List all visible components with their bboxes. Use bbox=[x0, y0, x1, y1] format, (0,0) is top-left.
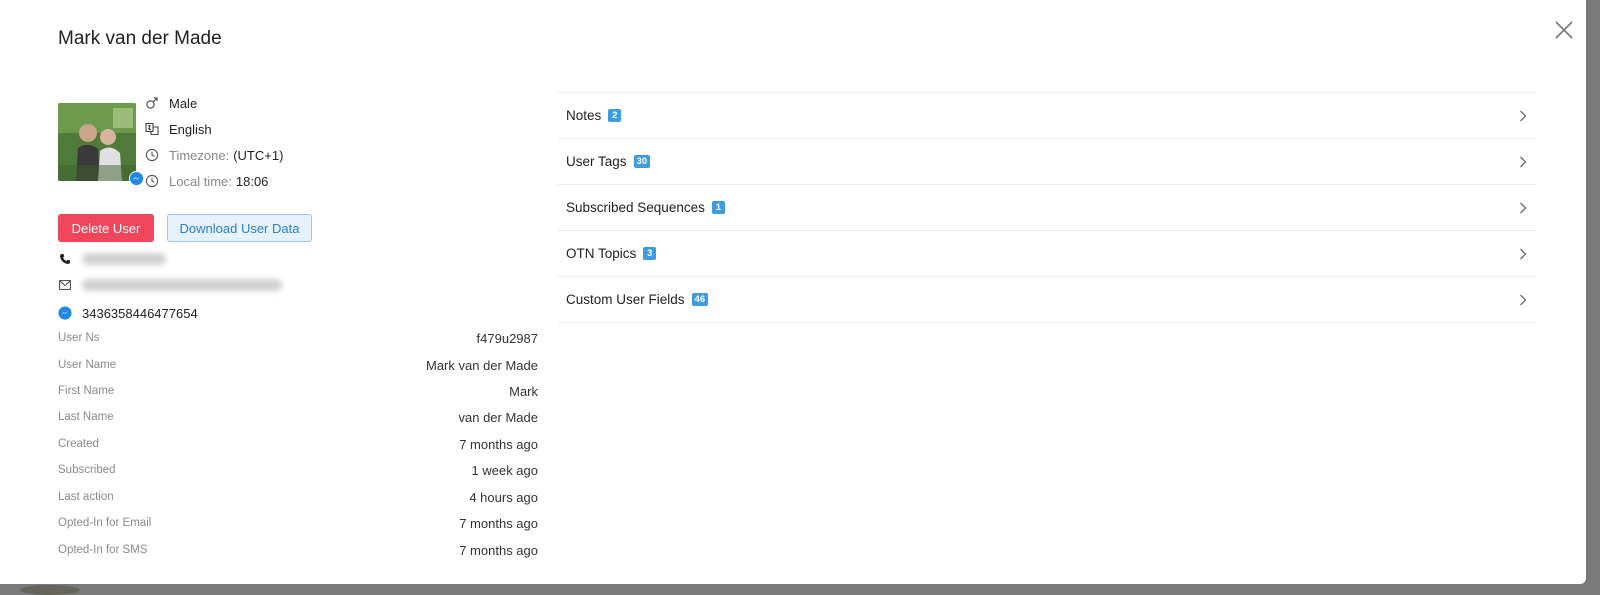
timezone-label: Timezone: bbox=[169, 147, 230, 163]
detail-row-user-ns: User Ns f479u2987 bbox=[58, 327, 538, 349]
detail-value: 7 months ago bbox=[459, 515, 538, 531]
detail-value: van der Made bbox=[458, 409, 539, 425]
detail-row-first-name: First Name Mark bbox=[58, 380, 538, 402]
clock-icon bbox=[145, 174, 159, 188]
detail-value: Mark van der Made bbox=[426, 357, 538, 373]
detail-value: 4 hours ago bbox=[469, 489, 538, 505]
section-label: User Tags bbox=[566, 154, 627, 169]
chevron-right-icon bbox=[1520, 248, 1527, 259]
detail-value: 7 months ago bbox=[459, 436, 538, 452]
translate-icon bbox=[145, 122, 159, 136]
sections-panel: Notes 2 User Tags 30 Subscribed Sequence… bbox=[558, 92, 1536, 323]
page-title: Mark van der Made bbox=[58, 28, 222, 49]
section-user-tags[interactable]: User Tags 30 bbox=[558, 139, 1536, 185]
count-badge: 46 bbox=[691, 293, 709, 306]
section-label: OTN Topics bbox=[566, 246, 637, 261]
phone-icon bbox=[58, 252, 72, 266]
chevron-right-icon bbox=[1520, 202, 1527, 213]
messenger-row: 3436358446477654 bbox=[58, 304, 198, 322]
count-badge: 2 bbox=[608, 109, 622, 122]
close-button[interactable] bbox=[1552, 18, 1576, 42]
messenger-badge bbox=[129, 171, 144, 186]
delete-user-button[interactable]: Delete User bbox=[58, 214, 154, 242]
phone-row bbox=[58, 250, 166, 268]
gender-row: Male bbox=[145, 93, 197, 113]
language-value: English bbox=[169, 121, 212, 137]
detail-key: Subscribed bbox=[58, 464, 116, 476]
detail-key: Last Name bbox=[58, 411, 114, 423]
download-user-data-button[interactable]: Download User Data bbox=[167, 214, 312, 242]
chevron-right-icon bbox=[1520, 294, 1527, 305]
male-icon bbox=[145, 96, 159, 110]
detail-value: f479u2987 bbox=[476, 330, 538, 346]
backdrop bbox=[20, 585, 80, 595]
clock-icon bbox=[145, 148, 159, 162]
messenger-id: 3436358446477654 bbox=[82, 305, 198, 321]
section-label: Notes bbox=[566, 108, 602, 123]
localtime-row: Local time: 18:06 bbox=[145, 171, 268, 191]
localtime-label: Local time: bbox=[169, 173, 232, 189]
close-icon bbox=[1555, 21, 1573, 39]
gender-value: Male bbox=[169, 95, 198, 111]
phone-redacted bbox=[82, 253, 166, 265]
section-subscribed-sequences[interactable]: Subscribed Sequences 1 bbox=[558, 185, 1536, 231]
detail-key: Opted-In for Email bbox=[58, 517, 152, 529]
detail-key: User Ns bbox=[58, 332, 100, 344]
section-custom-user-fields[interactable]: Custom User Fields 46 bbox=[558, 277, 1536, 323]
detail-key: First Name bbox=[58, 385, 115, 397]
detail-value: 7 months ago bbox=[459, 542, 538, 558]
count-badge: 30 bbox=[633, 155, 651, 168]
avatar bbox=[58, 103, 136, 181]
detail-key: Last action bbox=[58, 491, 114, 503]
language-row: English bbox=[145, 119, 212, 139]
email-row bbox=[58, 276, 282, 294]
chevron-right-icon bbox=[1520, 156, 1527, 167]
count-badge: 3 bbox=[643, 247, 657, 260]
section-otn-topics[interactable]: OTN Topics 3 bbox=[558, 231, 1536, 277]
detail-key: Created bbox=[58, 438, 99, 450]
localtime-value: 18:06 bbox=[235, 173, 269, 189]
count-badge: 1 bbox=[711, 201, 725, 214]
detail-row-opted-in-sms: Opted-In for SMS 7 months ago bbox=[58, 539, 538, 561]
chevron-right-icon bbox=[1520, 110, 1527, 121]
section-notes[interactable]: Notes 2 bbox=[558, 93, 1536, 139]
timezone-row: Timezone: (UTC+1) bbox=[145, 145, 283, 165]
detail-value: 1 week ago bbox=[471, 462, 539, 478]
user-profile-modal: Mark van der Made Male English Timezone:… bbox=[0, 0, 1586, 584]
messenger-icon bbox=[129, 171, 144, 186]
detail-row-opted-in-email: Opted-In for Email 7 months ago bbox=[58, 512, 538, 534]
detail-row-subscribed: Subscribed 1 week ago bbox=[58, 459, 538, 481]
detail-row-created: Created 7 months ago bbox=[58, 433, 538, 455]
email-redacted bbox=[82, 279, 282, 291]
detail-row-user-name: User Name Mark van der Made bbox=[58, 354, 538, 376]
timezone-value: (UTC+1) bbox=[233, 147, 284, 163]
detail-key: Opted-In for SMS bbox=[58, 544, 148, 556]
section-label: Subscribed Sequences bbox=[566, 200, 705, 215]
detail-row-last-name: Last Name van der Made bbox=[58, 406, 538, 428]
detail-row-last-action: Last action 4 hours ago bbox=[58, 486, 538, 508]
detail-value: Mark bbox=[509, 383, 538, 399]
mail-icon bbox=[58, 278, 72, 292]
detail-key: User Name bbox=[58, 359, 117, 371]
section-label: Custom User Fields bbox=[566, 292, 685, 307]
messenger-icon bbox=[58, 306, 72, 320]
